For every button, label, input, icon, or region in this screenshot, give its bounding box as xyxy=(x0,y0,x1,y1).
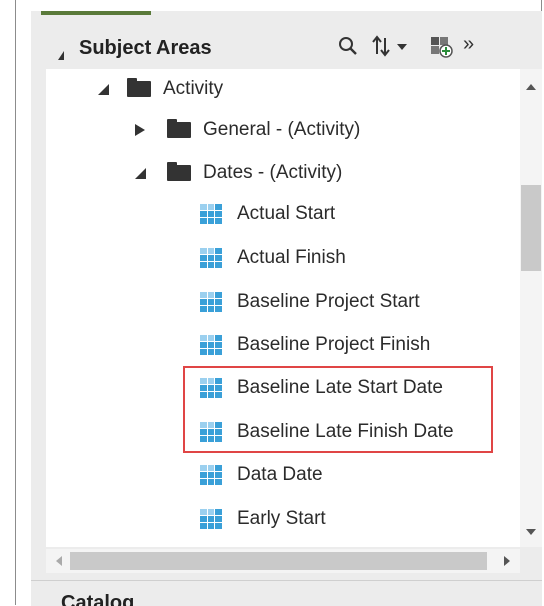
horizontal-scrollbar[interactable] xyxy=(46,549,520,573)
column-item[interactable]: Baseline Late Start Date xyxy=(200,368,443,408)
panel-title: Subject Areas xyxy=(79,37,212,59)
expanded-triangle-icon[interactable] xyxy=(135,167,146,179)
column-grid-icon xyxy=(200,378,222,398)
tree-node-label: General - (Activity) xyxy=(203,119,361,140)
column-label: Data Date xyxy=(237,464,323,485)
column-item[interactable]: Actual Start xyxy=(200,194,335,234)
tree-node-activity[interactable]: Activity xyxy=(98,69,223,109)
tree-node-dates[interactable]: Dates - (Activity) xyxy=(135,153,342,193)
column-item[interactable]: Baseline Project Finish xyxy=(200,325,430,365)
add-subject-area-icon[interactable] xyxy=(429,35,455,64)
tree-node-label: Activity xyxy=(163,78,224,99)
vertical-scrollbar[interactable] xyxy=(520,69,542,547)
column-item[interactable]: Baseline Project Start xyxy=(200,282,420,322)
search-icon[interactable] xyxy=(337,35,359,62)
column-grid-icon xyxy=(200,335,222,355)
column-grid-icon xyxy=(200,204,222,224)
scroll-up-arrow-icon[interactable] xyxy=(526,84,536,90)
tree-node-general[interactable]: General - (Activity) xyxy=(135,110,360,150)
column-label: Early Start xyxy=(237,508,326,529)
folder-icon xyxy=(167,162,191,181)
column-grid-icon xyxy=(200,248,222,268)
column-label: Baseline Project Finish xyxy=(237,334,431,355)
column-item[interactable]: Actual Finish xyxy=(200,238,346,278)
column-grid-icon xyxy=(200,292,222,312)
column-label: Actual Start xyxy=(237,203,336,224)
column-item[interactable]: Data Date xyxy=(200,455,323,495)
tree-node-label: Dates - (Activity) xyxy=(203,162,343,183)
column-label: Baseline Late Start Date xyxy=(237,377,443,398)
horizontal-scroll-thumb[interactable] xyxy=(70,552,487,570)
column-grid-icon xyxy=(200,465,222,485)
expanded-triangle-icon[interactable] xyxy=(98,83,109,95)
column-grid-icon xyxy=(200,422,222,442)
vertical-scroll-thumb[interactable] xyxy=(521,185,541,271)
column-label: Actual Finish xyxy=(237,247,346,268)
more-icon[interactable]: » xyxy=(463,33,474,56)
catalog-title: Catalog xyxy=(61,592,135,606)
column-item[interactable]: Early Start xyxy=(200,499,326,539)
folder-icon xyxy=(127,78,151,97)
folder-icon xyxy=(167,119,191,138)
column-label: Baseline Project Start xyxy=(237,291,420,312)
column-label: Baseline Late Finish Date xyxy=(237,421,454,442)
subject-tree: Activity General - (Activity) Dates - (A… xyxy=(46,69,520,547)
panel-header: Subject Areas » xyxy=(31,15,542,77)
collapsed-triangle-icon[interactable] xyxy=(135,124,145,136)
column-item-partial[interactable] xyxy=(200,539,222,547)
column-grid-icon xyxy=(200,509,222,529)
collapse-triangle-icon[interactable] xyxy=(58,51,64,60)
sort-icon[interactable] xyxy=(371,35,417,62)
column-item[interactable]: Baseline Late Finish Date xyxy=(200,412,454,452)
scroll-left-arrow-icon[interactable] xyxy=(56,556,62,566)
scroll-down-arrow-icon[interactable] xyxy=(526,529,536,535)
catalog-section-header[interactable]: Catalog xyxy=(31,580,542,606)
scroll-right-arrow-icon[interactable] xyxy=(504,556,510,566)
